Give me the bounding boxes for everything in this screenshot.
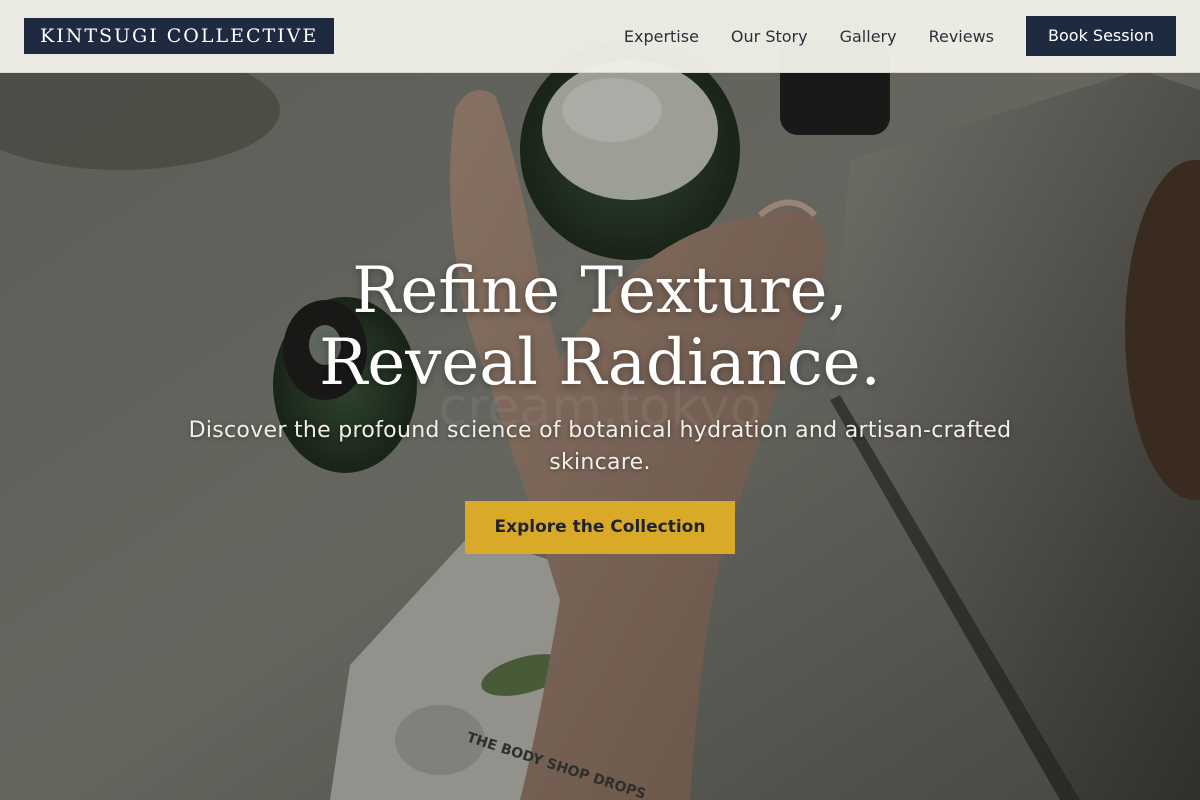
site-header: KINTSUGI COLLECTIVE Expertise Our Story … [0, 0, 1200, 73]
hero-content: Refine Texture, Reveal Radiance. Discove… [150, 255, 1050, 554]
hero-title: Refine Texture, Reveal Radiance. [150, 255, 1050, 399]
explore-collection-button[interactable]: Explore the Collection [465, 501, 735, 554]
hero-title-line-1: Refine Texture, [352, 254, 848, 328]
hero-section: cream.tokyo THE BODY SHOP DROPS Refine T… [0, 0, 1200, 800]
hero-subtitle: Discover the profound science of botanic… [188, 418, 1012, 475]
nav-link-gallery[interactable]: Gallery [840, 27, 897, 46]
nav-link-reviews[interactable]: Reviews [929, 27, 994, 46]
book-session-button[interactable]: Book Session [1026, 16, 1176, 56]
main-nav: Expertise Our Story Gallery Reviews [624, 0, 994, 73]
site-logo[interactable]: KINTSUGI COLLECTIVE [24, 18, 335, 54]
nav-link-our-story[interactable]: Our Story [731, 27, 808, 46]
hero-title-line-2: Reveal Radiance. [319, 326, 881, 400]
nav-link-expertise[interactable]: Expertise [624, 27, 699, 46]
